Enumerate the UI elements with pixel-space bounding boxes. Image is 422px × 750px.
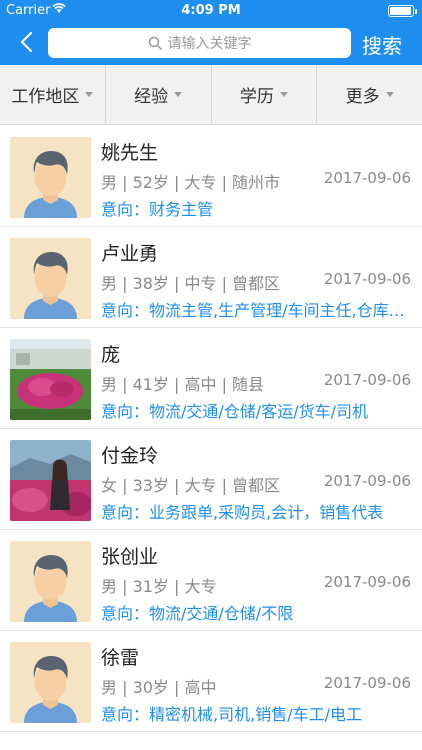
filter-experience[interactable]: 经验 xyxy=(106,65,212,124)
battery-icon xyxy=(388,5,414,17)
candidate-name: 付金玲 xyxy=(101,445,159,467)
search-button[interactable]: 搜索 xyxy=(362,30,402,59)
candidate-name: 张创业 xyxy=(101,546,159,568)
back-chevron-icon xyxy=(20,31,33,53)
list-item[interactable]: 付金玲女 | 33岁 | 大专 | 曾都区 2017-09-06 意向：业务跟单,采… xyxy=(0,429,422,530)
candidate-info: 男 | 38岁 | 中专 | 曾都区 xyxy=(101,274,281,293)
intent-value: 财务主管 xyxy=(149,200,214,219)
intent-value: 物流/交通/仓储/不限 xyxy=(149,604,294,623)
candidate-info: 男 | 52岁 | 大专 | 随州市 xyxy=(101,173,281,192)
caret-down-icon xyxy=(385,92,394,97)
filter-label: 学历 xyxy=(239,87,274,107)
list-item[interactable]: 张创业男 | 31岁 | 大专 2017-09-06 意向：物流/交通/仓储/不限 xyxy=(0,530,422,631)
header: Carrier 4:09 PM 请输入关键字 搜索 xyxy=(0,0,422,65)
filter-more[interactable]: 更多 xyxy=(317,65,422,124)
candidate-name: 卢业勇 xyxy=(101,243,159,265)
intent-prefix: 意向： xyxy=(101,200,150,219)
avatar xyxy=(10,339,91,420)
filter-label: 更多 xyxy=(345,87,380,107)
search-input[interactable]: 请输入关键字 xyxy=(48,28,351,58)
back-button[interactable] xyxy=(14,28,40,56)
status-bar: Carrier 4:09 PM xyxy=(0,0,422,22)
caret-down-icon xyxy=(174,92,183,97)
candidate-name: 徐雷 xyxy=(101,647,140,669)
intent-prefix: 意向： xyxy=(101,604,150,623)
avatar xyxy=(10,541,91,622)
candidate-name: 姚先生 xyxy=(101,142,159,164)
list-item[interactable]: 卢业勇男 | 38岁 | 中专 | 曾都区 2017-09-06 意向：物流主管,生… xyxy=(0,227,422,328)
filter-work-area[interactable]: 工作地区 xyxy=(0,65,106,124)
list-item[interactable]: 庞男 | 41岁 | 高中 | 随县 2017-09-06 意向：物流/交通/仓储/… xyxy=(0,328,422,429)
filter-bar: 工作地区 经验 学历 更多 xyxy=(0,65,422,125)
candidate-info: 男 | 31岁 | 大专 xyxy=(101,577,217,596)
candidate-list: 姚先生男 | 52岁 | 大专 | 随州市 2017-09-06 意向：财务主管 卢业… xyxy=(0,126,422,732)
candidate-intent: 意向：精密机械,司机,销售/车工/电工 xyxy=(101,701,406,725)
filter-label: 工作地区 xyxy=(11,87,80,107)
candidate-info: 男 | 30岁 | 高中 xyxy=(101,678,217,697)
candidate-intent: 意向：业务跟单,采购员,会计，销售代表 xyxy=(101,499,406,523)
post-date: 2017-09-06 xyxy=(323,371,411,389)
candidate-intent: 意向：物流/交通/仓储/不限 xyxy=(101,600,406,624)
post-date: 2017-09-06 xyxy=(323,674,411,692)
avatar xyxy=(10,137,91,218)
intent-value: 业务跟单,采购员,会计，销售代表 xyxy=(149,503,384,522)
candidate-info: 男 | 41岁 | 高中 | 随县 xyxy=(101,375,265,394)
battery-tip xyxy=(415,9,417,14)
post-date: 2017-09-06 xyxy=(323,472,411,490)
filter-label: 经验 xyxy=(134,87,169,107)
caret-down-icon xyxy=(85,92,94,97)
candidate-intent: 意向：物流主管,生产管理/车间主任,仓库管理员 xyxy=(101,297,406,321)
search-icon xyxy=(148,36,162,50)
intent-value: 物流主管,生产管理/车间主任,仓库管理员 xyxy=(149,301,406,320)
post-date: 2017-09-06 xyxy=(323,169,411,187)
candidate-intent: 意向：财务主管 xyxy=(101,196,406,220)
filter-education[interactable]: 学历 xyxy=(212,65,318,124)
post-date: 2017-09-06 xyxy=(323,270,411,288)
caret-down-icon xyxy=(279,92,288,97)
candidate-name: 庞 xyxy=(101,344,121,366)
post-date: 2017-09-06 xyxy=(323,573,411,591)
status-time: 4:09 PM xyxy=(181,3,241,18)
intent-prefix: 意向： xyxy=(101,301,150,320)
avatar xyxy=(10,642,91,723)
search-placeholder: 请输入关键字 xyxy=(167,36,252,52)
intent-value: 精密机械,司机,销售/车工/电工 xyxy=(149,705,362,724)
intent-value: 物流/交通/仓储/客运/货车/司机 xyxy=(149,402,368,421)
avatar xyxy=(10,440,91,521)
candidate-intent: 意向：物流/交通/仓储/客运/货车/司机 xyxy=(101,398,406,422)
candidate-info: 女 | 33岁 | 大专 | 曾都区 xyxy=(101,476,281,495)
intent-prefix: 意向： xyxy=(101,503,150,522)
intent-prefix: 意向： xyxy=(101,705,150,724)
avatar xyxy=(10,238,91,319)
intent-prefix: 意向： xyxy=(101,402,150,421)
list-item[interactable]: 徐雷男 | 30岁 | 高中 2017-09-06 意向：精密机械,司机,销售/车工… xyxy=(0,631,422,732)
list-item[interactable]: 姚先生男 | 52岁 | 大专 | 随州市 2017-09-06 意向：财务主管 xyxy=(0,126,422,227)
